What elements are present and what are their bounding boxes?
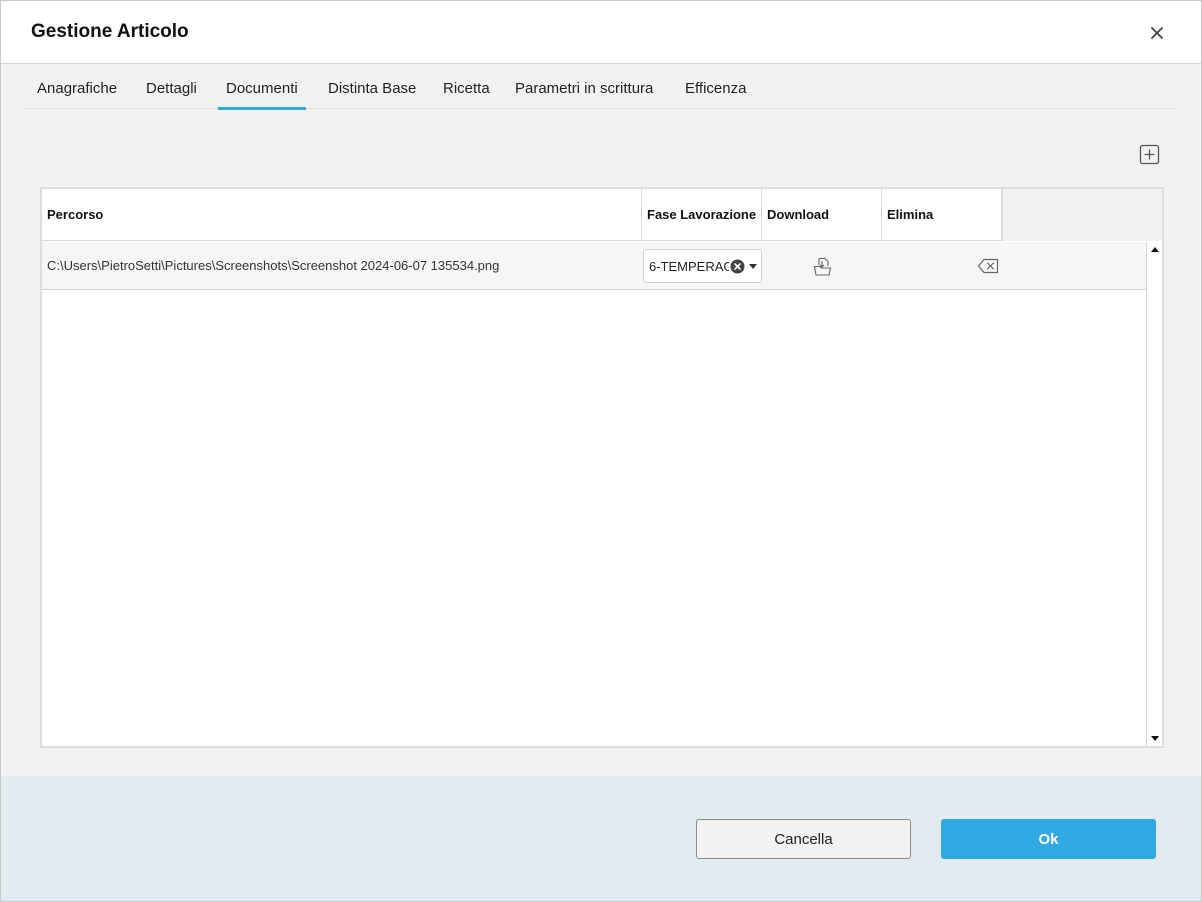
clear-icon[interactable] <box>730 259 745 274</box>
dialog-title: Gestione Articolo <box>31 21 189 42</box>
scroll-down-arrow-icon[interactable] <box>1151 736 1159 741</box>
phase-select[interactable]: 6-TEMPERAGGIO <box>643 249 762 283</box>
scroll-up-arrow-icon[interactable] <box>1151 247 1159 252</box>
add-document-button[interactable] <box>1139 144 1160 165</box>
documents-grid: Percorso Fase Lavorazione Download Elimi… <box>40 187 1164 748</box>
tab-documenti[interactable]: Documenti <box>218 65 306 110</box>
dialog-header: Gestione Articolo <box>1 1 1201 64</box>
tab-distinta-base[interactable]: Distinta Base <box>328 65 416 109</box>
tab-efficenza[interactable]: Efficenza <box>685 65 746 109</box>
chevron-down-icon[interactable] <box>749 264 757 269</box>
column-header-elimina[interactable]: Elimina <box>882 189 1002 241</box>
column-header-fase-lavorazione[interactable]: Fase Lavorazione <box>642 189 762 241</box>
dialog: Gestione Articolo Anagrafiche Dettagli D… <box>0 0 1202 902</box>
download-file-icon[interactable] <box>812 256 833 277</box>
tab-dettagli[interactable]: Dettagli <box>146 65 197 109</box>
close-icon <box>1151 27 1163 39</box>
header-filler <box>1002 189 1162 241</box>
column-header-percorso[interactable]: Percorso <box>42 189 642 241</box>
tab-bar: Anagrafiche Dettagli Documenti Distinta … <box>25 65 1177 110</box>
cancel-button[interactable]: Cancella <box>696 819 911 859</box>
phase-value: 6-TEMPERAGGIO <box>649 259 729 274</box>
grid-header: Percorso Fase Lavorazione Download Elimi… <box>42 189 1162 241</box>
close-button[interactable] <box>1144 20 1170 46</box>
column-header-download[interactable]: Download <box>762 189 882 241</box>
tab-anagrafiche[interactable]: Anagrafiche <box>37 65 117 109</box>
plus-square-icon <box>1139 144 1160 165</box>
ok-button[interactable]: Ok <box>941 819 1156 859</box>
path-cell: C:\Users\PietroSetti\Pictures\Screenshot… <box>47 258 500 273</box>
tab-ricetta[interactable]: Ricetta <box>443 65 490 109</box>
table-row[interactable]: C:\Users\PietroSetti\Pictures\Screenshot… <box>42 242 1146 290</box>
vertical-scrollbar[interactable] <box>1146 242 1162 746</box>
tab-parametri-in-scrittura[interactable]: Parametri in scrittura <box>515 65 653 109</box>
backspace-delete-icon[interactable] <box>977 258 999 274</box>
dialog-footer: Cancella Ok <box>1 776 1201 901</box>
